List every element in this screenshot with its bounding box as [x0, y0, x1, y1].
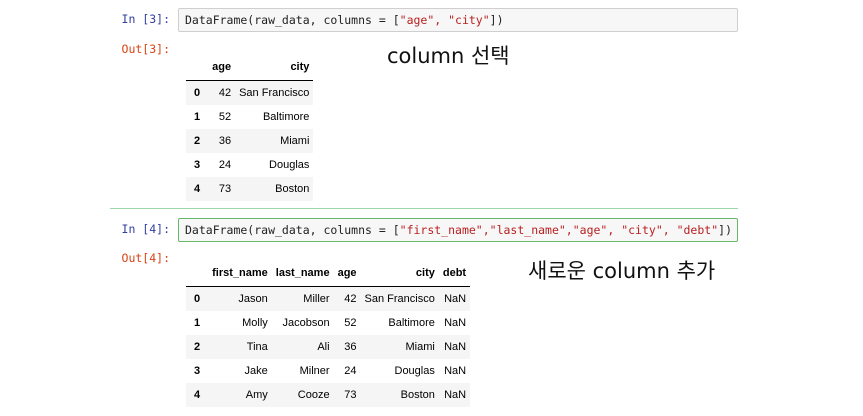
table-cell: Boston [400, 389, 435, 401]
row-index: 3 [194, 365, 201, 377]
table-cell: 73 [218, 183, 232, 195]
table-cell: 24 [218, 159, 232, 171]
table-cell: Douglas [394, 365, 435, 377]
column-header: debt [438, 260, 471, 287]
table-row: 0 Jason Miller 42 San Francisco NaN [186, 286, 471, 311]
table-cell: Tina [246, 341, 268, 353]
table-cell: Amy [245, 389, 268, 401]
table-cell: Jason [238, 293, 268, 305]
column-header: city [235, 54, 314, 81]
code-text: ]) [489, 13, 504, 27]
row-index: 4 [194, 183, 201, 195]
table-cell: NaN [444, 389, 467, 401]
table-cell: Miami [280, 135, 310, 147]
row-index: 1 [194, 111, 201, 123]
code-input[interactable]: DataFrame(raw_data, columns = ["first_na… [178, 218, 738, 242]
table-cell: Jake [244, 365, 268, 377]
output-prompt: Out[4]: [121, 251, 170, 265]
annotation-text: 새로운 column 추가 [528, 259, 716, 283]
row-index: 3 [194, 159, 201, 171]
table-row: 0 42 San Francisco [186, 80, 314, 105]
table-row: 1 Molly Jacobson 52 Baltimore NaN [186, 311, 470, 335]
row-index: 0 [194, 87, 201, 99]
row-index: 2 [194, 341, 201, 353]
table-cell: 52 [344, 317, 357, 329]
table-cell: NaN [444, 317, 467, 329]
column-header: first_name [208, 260, 272, 287]
code-input[interactable]: DataFrame(raw_data, columns = ["age", "c… [178, 8, 738, 32]
table-cell: Douglas [269, 159, 310, 171]
table-cell: San Francisco [364, 293, 435, 305]
table-cell: 24 [344, 365, 357, 377]
table-row: 4 73 Boston [186, 177, 314, 201]
code-string-args: "age", "city" [399, 13, 490, 27]
column-header: age [333, 260, 361, 287]
column-header: age [208, 54, 236, 81]
table-row: 3 Jake Milner 24 Douglas NaN [186, 359, 470, 383]
column-header: last_name [271, 260, 334, 287]
table-cell: 42 [344, 293, 357, 305]
table-cell: Baltimore [262, 111, 310, 123]
annotation-text: column 선택 [387, 44, 510, 68]
row-index: 0 [194, 293, 201, 305]
table-row: 3 24 Douglas [186, 153, 313, 177]
code-text: DataFrame(raw_data, columns = [ [185, 223, 400, 237]
table-row: 1 52 Baltimore [186, 105, 313, 129]
table-cell: Milner [299, 365, 330, 377]
input-prompt: In [3]: [121, 12, 170, 26]
table-cell: Molly [242, 317, 268, 329]
table-cell: Miller [303, 293, 330, 305]
table-cell: 36 [344, 341, 357, 353]
table-cell: Ali [317, 341, 330, 353]
table-cell: 36 [218, 135, 232, 147]
row-index: 4 [194, 389, 201, 401]
table-cell: Baltimore [388, 317, 435, 329]
output-prompt: Out[3]: [121, 42, 170, 56]
code-text: DataFrame(raw_data, columns = [ [185, 13, 400, 27]
dataframe-table: first_name last_name age city debt 0 Jason Mill… [186, 260, 471, 407]
table-header-row: first_name last_name age city debt [186, 260, 471, 287]
row-index: 2 [194, 135, 201, 147]
dataframe-table: age city 0 42 San Francisco 1 52 Baltimore 2 36 Mi… [186, 54, 314, 201]
cell-separator [110, 208, 738, 209]
table-cell: Miami [405, 341, 435, 353]
table-cell: NaN [444, 365, 467, 377]
table-cell: Boston [275, 183, 310, 195]
table-cell: Cooze [297, 389, 330, 401]
row-index: 1 [194, 317, 201, 329]
input-prompt: In [4]: [121, 222, 170, 236]
table-cell: NaN [444, 341, 467, 353]
table-row: 2 36 Miami [186, 129, 314, 153]
table-row: 4 Amy Cooze 73 Boston NaN [186, 383, 471, 407]
table-row: 2 Tina Ali 36 Miami NaN [186, 335, 471, 359]
table-cell: Jacobson [282, 317, 330, 329]
index-header [186, 260, 209, 287]
table-header-row: age city [186, 54, 314, 81]
table-cell: NaN [444, 293, 467, 305]
table-cell: San Francisco [239, 87, 310, 99]
table-cell: 42 [218, 87, 232, 99]
column-header: city [360, 260, 439, 287]
index-header [186, 54, 209, 81]
code-text: ]) [718, 223, 732, 237]
code-string-args: "first_name","last_name","age", "city", … [399, 223, 719, 237]
table-cell: 73 [344, 389, 357, 401]
table-cell: 52 [218, 111, 232, 123]
